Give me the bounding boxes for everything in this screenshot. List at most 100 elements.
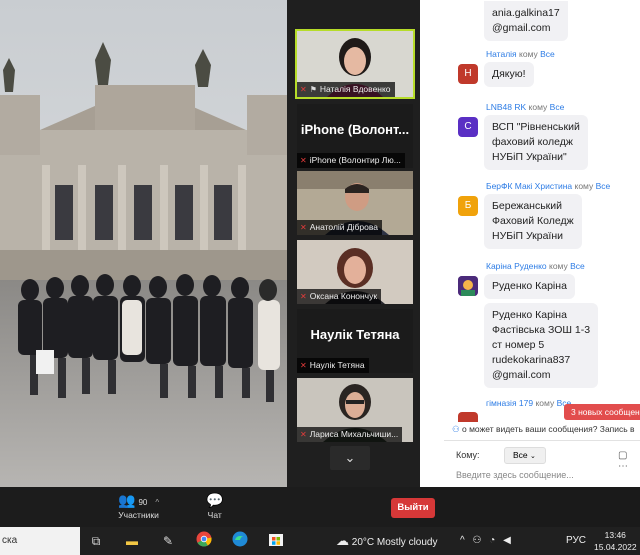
mic-muted-icon: ✕	[300, 361, 307, 370]
chat-line: НУБіП України	[492, 230, 563, 242]
chevron-up-icon: ^	[155, 498, 160, 507]
chrome-icon[interactable]	[194, 531, 214, 551]
chevron-up-icon[interactable]: ^	[460, 535, 465, 546]
chevron-down-icon: ⌄	[530, 453, 536, 460]
chrome-logo	[196, 531, 212, 547]
windows-taskbar: ска ⧉ ▬ ✎ ☁ 20°C Mostly cloudy ^ ⚇ ◔ ◀ Р…	[0, 527, 640, 555]
system-tray-icons: ^ ⚇ ◔ ◀	[460, 527, 511, 555]
mic-muted-icon: ✕	[300, 430, 307, 439]
chat-message-input[interactable]: Введите здесь сообщение...	[456, 470, 574, 480]
recipient-select[interactable]: Все ⌄	[504, 447, 546, 464]
chat-sender[interactable]: Каріна Руденко	[486, 261, 547, 271]
sender-avatar	[458, 412, 478, 422]
participant-tile[interactable]: ✕ Лариса Михальчиши...	[297, 378, 413, 442]
mic-muted-icon: ✕	[300, 156, 307, 165]
participant-gallery: ✕ ⚑ Наталія Вдовенко iPhone (Волонт... ✕ iP…	[287, 0, 420, 487]
participant-name: Анатолій Діброва	[309, 222, 379, 232]
participant-label: ✕ Анатолій Діброва	[297, 220, 383, 235]
participant-name: Оксана Конончук	[309, 291, 378, 301]
chat-line: Фаховий Коледж	[492, 215, 574, 227]
clock-date: 15.04.2022	[594, 542, 637, 552]
pin-icon: ⚑	[309, 85, 317, 94]
chat-to-label: кому	[574, 181, 594, 191]
participant-name: iPhone (Волонтир Лю...	[309, 155, 401, 165]
chat-to-label: кому	[549, 261, 568, 271]
chat-sender[interactable]: гімназія 179	[486, 398, 533, 408]
sender-avatar: С	[458, 117, 478, 137]
participants-label: Участники	[118, 510, 159, 520]
volume-icon[interactable]: ◀	[503, 535, 511, 546]
edge-icon[interactable]	[230, 531, 250, 551]
participant-tile[interactable]: iPhone (Волонт... ✕ iPhone (Волонтир Лю..…	[297, 104, 413, 168]
chat-sender[interactable]: LNB48 RK	[486, 102, 526, 112]
edge-logo	[232, 531, 248, 547]
visibility-notice[interactable]: ⚇ о может видеть ваши сообщения? Запись …	[452, 424, 640, 435]
participant-tile[interactable]: ✕ ⚑ Наталія Вдовенко	[295, 29, 415, 99]
store-logo	[269, 534, 283, 546]
participant-name: Наулік Тетяна	[309, 360, 365, 370]
chat-sender[interactable]: БерФК Макі Христина	[486, 181, 572, 191]
mic-muted-icon: ✕	[300, 85, 307, 94]
chat-message-header: Каріна Руденко кому Все	[486, 261, 585, 271]
chat-recipient[interactable]: Все	[596, 181, 611, 191]
store-icon[interactable]	[266, 531, 286, 551]
shared-video	[0, 0, 287, 487]
chat-label: Чат	[207, 510, 222, 520]
chat-line: @gmail.com	[492, 22, 551, 34]
people-icon: ⚇	[452, 424, 460, 434]
to-label: Кому:	[456, 450, 480, 460]
language-indicator[interactable]: РУС	[566, 527, 586, 555]
leave-button[interactable]: Выйти	[391, 498, 435, 518]
recipient-select-value: Все	[513, 450, 528, 460]
chat-line: ст номер 5	[492, 339, 545, 351]
chat-message: гімназія 179 кому Все	[458, 398, 571, 408]
clock-time: 13:46	[604, 530, 626, 540]
participants-button[interactable]: 👥 90 ^ Участники	[118, 492, 159, 520]
chat-to-label: кому	[519, 49, 538, 59]
cloud-icon: ☁	[336, 533, 349, 548]
chat-recipient[interactable]: Все	[570, 261, 585, 271]
chat-message: LNB48 RK кому Все ВСП "Рівненський фахов…	[458, 102, 588, 170]
participant-tile[interactable]: Наулік Тетяна ✕ Наулік Тетяна	[297, 309, 413, 373]
participant-big-name: iPhone (Волонт...	[300, 121, 410, 137]
participant-tile[interactable]: ✕ Анатолій Діброва	[297, 171, 413, 235]
participant-tile[interactable]: ✕ Оксана Конончук	[297, 240, 413, 304]
meeting-toolbar: 👥 90 ^ Участники 💬 Чат	[0, 487, 420, 527]
participant-name: Лариса Михальчиши...	[309, 429, 399, 439]
wifi-icon[interactable]: ◔	[489, 535, 495, 546]
sender-avatar: Б	[458, 196, 478, 216]
weather-widget[interactable]: ☁ 20°C Mostly cloudy	[336, 527, 437, 555]
chat-line: Руденко Каріна	[492, 309, 567, 321]
chevron-down-icon: ⌄	[344, 450, 356, 465]
more-icon[interactable]: ⋯	[618, 461, 628, 472]
participants-count: 90	[138, 498, 148, 507]
group-photo-image	[0, 0, 287, 487]
app-icon[interactable]: ✎	[158, 531, 178, 551]
participant-label: ✕ Наулік Тетяна	[297, 358, 369, 373]
chat-icon: 💬	[206, 492, 224, 508]
chat-line: ВСП "Рівненський	[492, 121, 580, 133]
file-explorer-icon[interactable]: ▬	[122, 531, 142, 551]
chat-line: rudekokarina837	[492, 354, 571, 366]
chat-bubble: ВСП "Рівненський фаховий коледж НУБіП Ук…	[484, 115, 588, 170]
weather-text: 20°C Mostly cloudy	[351, 537, 438, 548]
people-icon[interactable]: ⚇	[472, 535, 481, 546]
participant-label: ✕ ⚑ Наталія Вдовенко	[297, 82, 395, 97]
taskbar-clock[interactable]: 13:46 15.04.2022	[594, 529, 637, 553]
task-view-icon[interactable]: ⧉	[86, 531, 106, 551]
chat-message-header: LNB48 RK кому Все	[486, 102, 588, 112]
chat-actions: ▢ ⋯	[618, 450, 640, 472]
new-messages-badge[interactable]: 3 новых сообщени	[564, 404, 640, 420]
chat-line: Дякую!	[492, 68, 526, 80]
visibility-notice-text: о может видеть ваши сообщения? Запись в	[462, 424, 635, 434]
chat-button[interactable]: 💬 Чат	[206, 492, 223, 520]
chat-sender[interactable]: Наталія	[486, 49, 517, 59]
chat-recipient[interactable]: Все	[540, 49, 555, 59]
gallery-scroll-down-button[interactable]: ⌄	[330, 446, 370, 470]
chat-line: Руденко Каріна	[492, 280, 567, 292]
sender-avatar-photo	[458, 276, 478, 296]
chat-to-label: кому	[535, 398, 555, 408]
chat-recipient[interactable]: Все	[550, 102, 565, 112]
file-icon[interactable]: ▢	[618, 450, 627, 461]
taskbar-search[interactable]: ска	[0, 527, 80, 555]
